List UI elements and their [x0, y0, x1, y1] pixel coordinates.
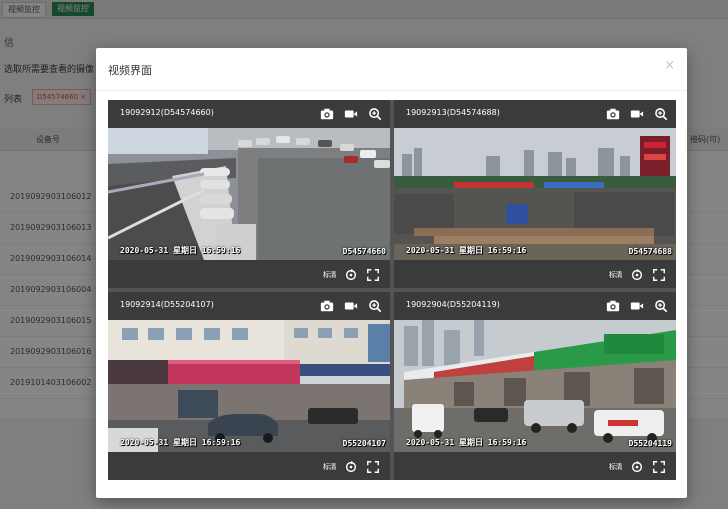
tile-footer: 标清 — [108, 452, 390, 480]
camera-name: 19092912(D54574660) — [120, 108, 214, 117]
osd-timestamp: 2020-05-31 星期日 16:59:16 — [406, 438, 527, 447]
fullscreen-icon[interactable] — [652, 460, 666, 474]
fullscreen-icon[interactable] — [366, 460, 380, 474]
osd-device-id: D55204119 — [628, 439, 672, 448]
video-record-icon[interactable] — [630, 107, 644, 121]
replay-icon[interactable] — [344, 460, 358, 474]
tile-toolbar: 19092912(D54574660) — [108, 100, 390, 128]
quality-toggle[interactable]: 标清 — [323, 270, 337, 280]
osd-timestamp: 2020-05-31 星期日 16:59:16 — [406, 246, 527, 255]
tile-toolbar: 19092913(D54574688) — [394, 100, 676, 128]
zoom-in-icon[interactable] — [654, 107, 668, 121]
camera-snapshot-icon[interactable] — [320, 107, 334, 121]
parking-roof-scene — [108, 128, 390, 260]
osd-device-id: D55204107 — [342, 439, 386, 448]
quality-toggle[interactable]: 标清 — [323, 462, 337, 472]
replay-icon[interactable] — [630, 460, 644, 474]
quality-toggle[interactable]: 标清 — [609, 462, 623, 472]
video-record-icon[interactable] — [344, 299, 358, 313]
tile-footer: 标清 — [108, 260, 390, 288]
camera-snapshot-icon[interactable] — [606, 299, 620, 313]
fullscreen-icon[interactable] — [366, 268, 380, 282]
video-record-icon[interactable] — [344, 107, 358, 121]
replay-icon[interactable] — [344, 268, 358, 282]
camera-name: 19092914(D55204107) — [120, 300, 214, 309]
video-feed[interactable]: 2020-05-31 星期日 16:59:16 D55204119 — [394, 320, 676, 452]
replay-icon[interactable] — [630, 268, 644, 282]
video-tile: 19092913(D54574688) 2020-05-31 星期日 16:59… — [394, 100, 676, 288]
construction-yard-scene — [394, 128, 676, 260]
camera-name: 19092904(D55204119) — [406, 300, 500, 309]
zoom-in-icon[interactable] — [368, 107, 382, 121]
camera-snapshot-icon[interactable] — [320, 299, 334, 313]
osd-timestamp: 2020-05-31 星期日 16:59:16 — [120, 246, 241, 255]
camera-name: 19092913(D54574688) — [406, 108, 500, 117]
video-modal: 视频界面 × 19092912(D54574660) 2020-05-31 星期… — [96, 48, 687, 498]
video-feed[interactable]: 2020-05-31 星期日 16:59:16 D55204107 — [108, 320, 390, 452]
modal-header: 视频界面 × — [96, 48, 687, 91]
fullscreen-icon[interactable] — [652, 268, 666, 282]
tile-footer: 标清 — [394, 260, 676, 288]
video-record-icon[interactable] — [630, 299, 644, 313]
osd-device-id: D54574688 — [628, 247, 672, 256]
video-tile: 19092912(D54574660) 2020-05-31 星期日 16:59… — [108, 100, 390, 288]
close-icon[interactable]: × — [664, 58, 675, 73]
zoom-in-icon[interactable] — [654, 299, 668, 313]
video-grid: 19092912(D54574660) 2020-05-31 星期日 16:59… — [108, 100, 676, 480]
video-feed[interactable]: 2020-05-31 星期日 16:59:16 D54574660 — [108, 128, 390, 260]
tile-toolbar: 19092914(D55204107) — [108, 292, 390, 320]
modal-title: 视频界面 — [108, 64, 152, 77]
video-tile: 19092914(D55204107) 2020-05-31 星期日 16:59… — [108, 292, 390, 480]
video-tile: 19092904(D55204119) 2020-05-31 星期日 16:59… — [394, 292, 676, 480]
quality-toggle[interactable]: 标清 — [609, 270, 623, 280]
tile-toolbar: 19092904(D55204119) — [394, 292, 676, 320]
zoom-in-icon[interactable] — [368, 299, 382, 313]
camera-snapshot-icon[interactable] — [606, 107, 620, 121]
osd-timestamp: 2020-05-31 星期日 16:59:16 — [120, 438, 241, 447]
market-street-scene — [394, 320, 676, 452]
tile-footer: 标清 — [394, 452, 676, 480]
video-feed[interactable]: 2020-05-31 星期日 16:59:16 D54574688 — [394, 128, 676, 260]
osd-device-id: D54574660 — [342, 247, 386, 256]
street-shops-scene — [108, 320, 390, 452]
